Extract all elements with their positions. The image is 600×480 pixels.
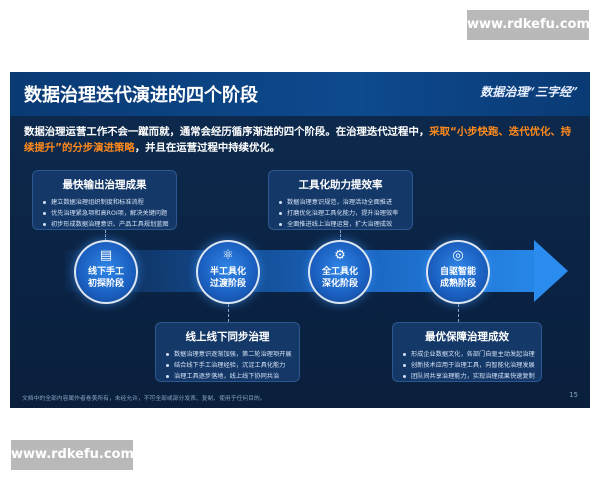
stage-card-title: 工具化助力提效率: [298, 179, 383, 191]
stage-card-2: 线上线下同步治理 数据治理意识逐渐加强，第二轮治理项开展 结合线下手工治理经验，…: [155, 322, 300, 382]
list-item: 治理工具逐步落地，线上线下协同共治: [166, 371, 292, 382]
list-item: 结合线下手工治理经验，沉淀工具化能力: [166, 360, 292, 371]
intro-text-1: 数据治理运营工作不会一蹴而就，通常会经历循序渐进的四个阶段。在治理迭代过程中，: [24, 126, 430, 138]
connector-line: [458, 304, 459, 322]
stage-card-list: 数据治理意识逐渐加强，第二轮治理项开展 结合线下手工治理经验，沉淀工具化能力 治…: [166, 349, 292, 382]
connector-line: [228, 304, 229, 322]
list-item: 团队间共享治理能力，实现治理成果快速复制: [403, 371, 535, 382]
list-item: 优先治理紧急项和高ROI项，解决关键问题: [43, 208, 169, 219]
stage-node-label: 全工具化 深化阶段: [321, 267, 358, 289]
slide-badge: 数据治理“三字经”: [480, 85, 578, 99]
copyright-footnote: 文档中的全部内容属作者卷美所有，未经允许，不可全部或部分发表、复制、使用于任何目…: [22, 396, 266, 402]
watermark-top: www.rdkefu.com: [467, 10, 590, 40]
progress-arrow-head-icon: [534, 240, 568, 302]
stage-node-3: ⚙ 全工具化 深化阶段: [308, 240, 372, 304]
stage-card-title: 最优保障治理成效: [425, 331, 509, 343]
stage-node-label: 半工具化 过渡阶段: [209, 267, 246, 289]
list-item: 创新技术应用于治理工具，向智能化治理发展: [403, 360, 535, 371]
gear-icon: ⚙: [334, 248, 346, 263]
stage-card-list: 建立数据治理组织制度和标准流程 优先治理紧急项和高ROI项，解决关键问题 初步形…: [43, 197, 169, 230]
stage-node-4: ◎ 自驱智能 成熟阶段: [426, 240, 490, 304]
page-number: 15: [569, 391, 578, 399]
brain-icon: ◎: [452, 248, 464, 263]
list-item: 初步形成数据治理意识、产品工具规划蓝图: [43, 219, 169, 230]
list-item: 建立数据治理组织制度和标准流程: [43, 197, 169, 208]
document-icon: ▤: [99, 248, 113, 263]
stage-card-3: 工具化助力提效率 数据治理意识规范，治理活动全面推进 打磨优化治理工具化能力，提…: [268, 170, 413, 230]
list-item: 数据治理意识逐渐加强，第二轮治理项开展: [166, 349, 292, 360]
slide: 数据治理迭代演进的四个阶段 数据治理“三字经” 数据治理运营工作不会一蹴而就，通…: [10, 72, 590, 408]
watermark-bottom: www.rdkefu.com: [11, 440, 134, 470]
list-item: 形成企业数据文化，各部门自驱主动发起治理: [403, 349, 535, 360]
intro-text-2: ，并且在运营过程中持续优化。: [134, 142, 281, 154]
list-item: 打磨优化治理工具化能力，提升治理效率: [279, 208, 398, 219]
stage-node-label: 自驱智能 成熟阶段: [439, 267, 476, 289]
stage-node-label: 线下手工 初探阶段: [87, 267, 124, 289]
stage-card-4: 最优保障治理成效 形成企业数据文化，各部门自驱主动发起治理 创新技术应用于治理工…: [392, 322, 542, 382]
slide-title: 数据治理迭代演进的四个阶段: [24, 85, 258, 106]
stage-node-1: ▤ 线下手工 初探阶段: [74, 240, 138, 304]
slide-header: 数据治理迭代演进的四个阶段 数据治理“三字经”: [10, 72, 590, 116]
stage-card-list: 数据治理意识规范，治理活动全面推进 打磨优化治理工具化能力，提升治理效率 全面推…: [279, 197, 398, 230]
list-item: 数据治理意识规范，治理活动全面推进: [279, 197, 398, 208]
list-item: 全面推进线上治理运营，扩大治理成效: [279, 219, 398, 230]
atom-icon: ⚛: [222, 248, 234, 263]
intro-paragraph: 数据治理运营工作不会一蹴而就，通常会经历循序渐进的四个阶段。在治理迭代过程中，采…: [24, 124, 579, 156]
page: www.rdkefu.com 数据治理迭代演进的四个阶段 数据治理“三字经” 数…: [0, 0, 600, 480]
stage-card-1: 最快输出治理成果 建立数据治理组织制度和标准流程 优先治理紧急项和高ROI项，解…: [32, 170, 177, 230]
stage-node-2: ⚛ 半工具化 过渡阶段: [196, 240, 260, 304]
stage-card-title: 线上线下同步治理: [185, 331, 270, 343]
stage-card-list: 形成企业数据文化，各部门自驱主动发起治理 创新技术应用于治理工具，向智能化治理发…: [403, 349, 535, 382]
stage-card-title: 最快输出治理成果: [62, 179, 147, 191]
